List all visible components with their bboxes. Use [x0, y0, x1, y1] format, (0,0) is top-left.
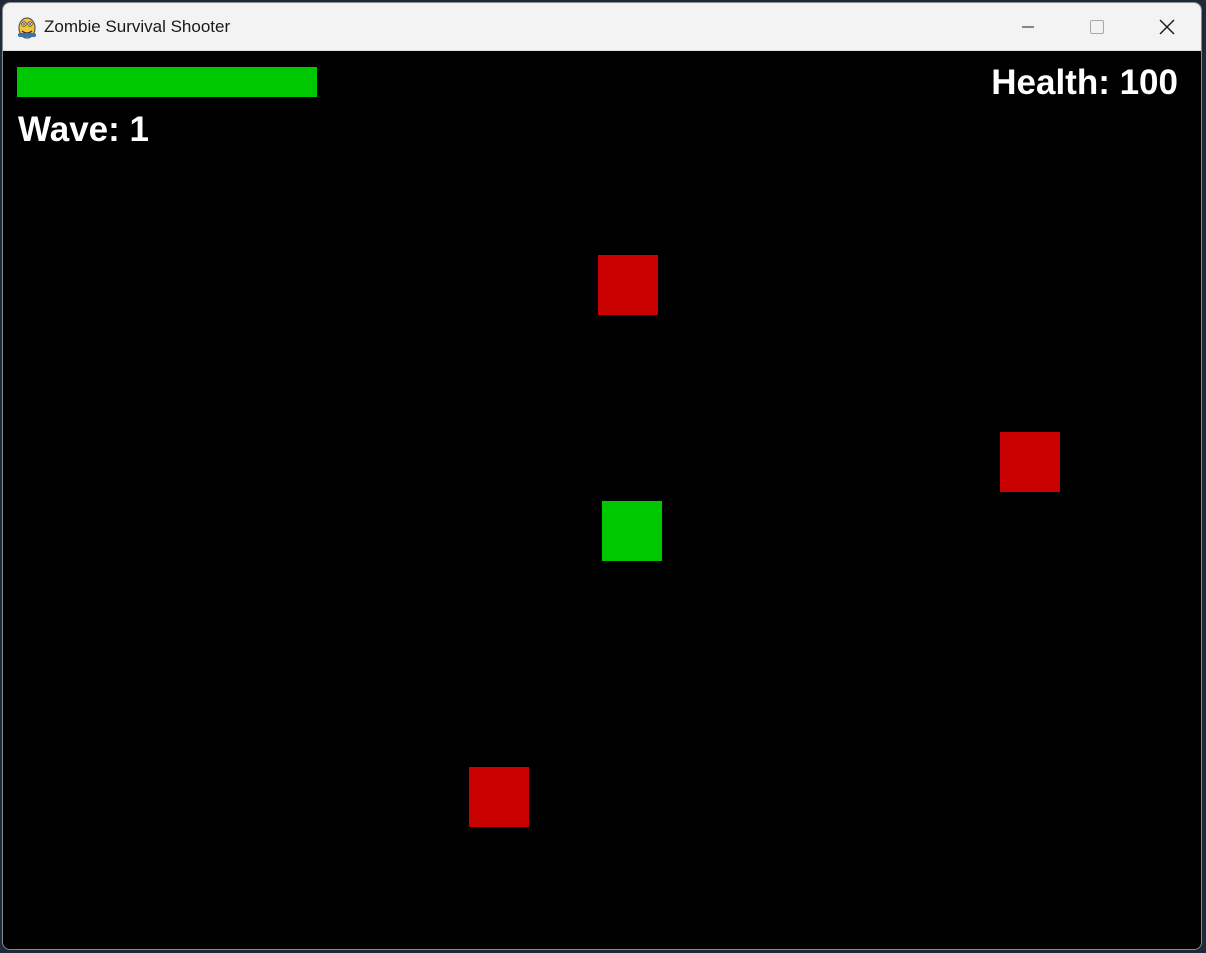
close-icon — [1159, 19, 1175, 34]
close-button[interactable] — [1132, 3, 1201, 50]
title-bar[interactable]: Zombie Survival Shooter — [3, 3, 1201, 51]
zombie — [469, 767, 529, 827]
window-title: Zombie Survival Shooter — [44, 17, 231, 36]
minimize-button[interactable] — [993, 3, 1063, 50]
player — [602, 501, 662, 561]
zombie — [598, 255, 658, 315]
wave-label: Wave: 1 — [18, 110, 149, 149]
maximize-icon — [1090, 19, 1104, 34]
game-canvas[interactable]: Wave: 1 Health: 100 — [3, 51, 1201, 949]
minimize-icon — [1022, 26, 1034, 27]
health-label: Health: 100 — [991, 63, 1178, 102]
pygame-snake-icon — [18, 17, 36, 39]
health-bar-fill — [17, 67, 317, 97]
zombie — [1000, 432, 1060, 492]
maximize-button[interactable] — [1062, 3, 1132, 50]
health-bar — [17, 67, 317, 97]
game-window: Zombie Survival Shooter Wave: 1 Health: … — [2, 2, 1202, 950]
